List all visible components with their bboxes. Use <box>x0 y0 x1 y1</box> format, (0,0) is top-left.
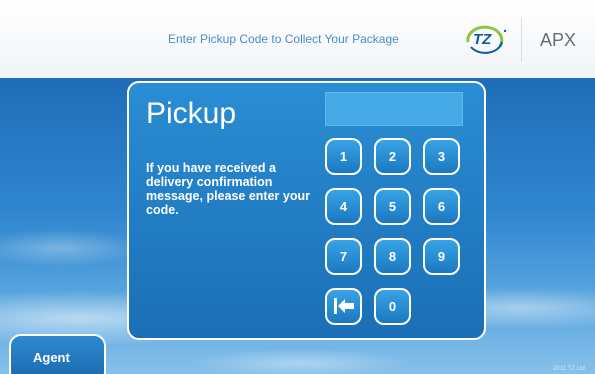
keypad-key-1[interactable]: 1 <box>325 138 362 175</box>
copyright-text: 2011 TZ Ltd <box>553 366 585 372</box>
keypad-key-6[interactable]: 6 <box>423 188 460 225</box>
brand-label: APX <box>540 30 577 50</box>
agent-button[interactable]: Agent <box>9 334 106 374</box>
page-title: Pickup <box>146 97 237 130</box>
keypad-key-8[interactable]: 8 <box>374 238 411 275</box>
keypad-key-3[interactable]: 3 <box>423 138 460 175</box>
instruction-message: If you have received a delivery confirma… <box>146 161 310 217</box>
pickup-panel: Pickup If you have received a delivery c… <box>127 81 486 340</box>
logo-text: TZ <box>473 31 492 48</box>
keypad-key-9[interactable]: 9 <box>423 238 460 275</box>
keypad-key-0[interactable]: 0 <box>374 288 411 325</box>
header-instruction: Enter Pickup Code to Collect Your Packag… <box>168 32 399 46</box>
code-input-display[interactable] <box>325 92 463 126</box>
tz-logo-icon: TZ <box>466 25 507 54</box>
header-bar: Enter Pickup Code to Collect Your Packag… <box>0 0 595 79</box>
header-divider <box>521 18 522 62</box>
pickup-screen: Enter Pickup Code to Collect Your Packag… <box>0 0 595 374</box>
backspace-arrow-icon <box>333 298 354 314</box>
backspace-button[interactable] <box>325 288 362 325</box>
keypad-key-4[interactable]: 4 <box>325 188 362 225</box>
keypad-key-7[interactable]: 7 <box>325 238 362 275</box>
keypad-key-2[interactable]: 2 <box>374 138 411 175</box>
keypad-key-5[interactable]: 5 <box>374 188 411 225</box>
